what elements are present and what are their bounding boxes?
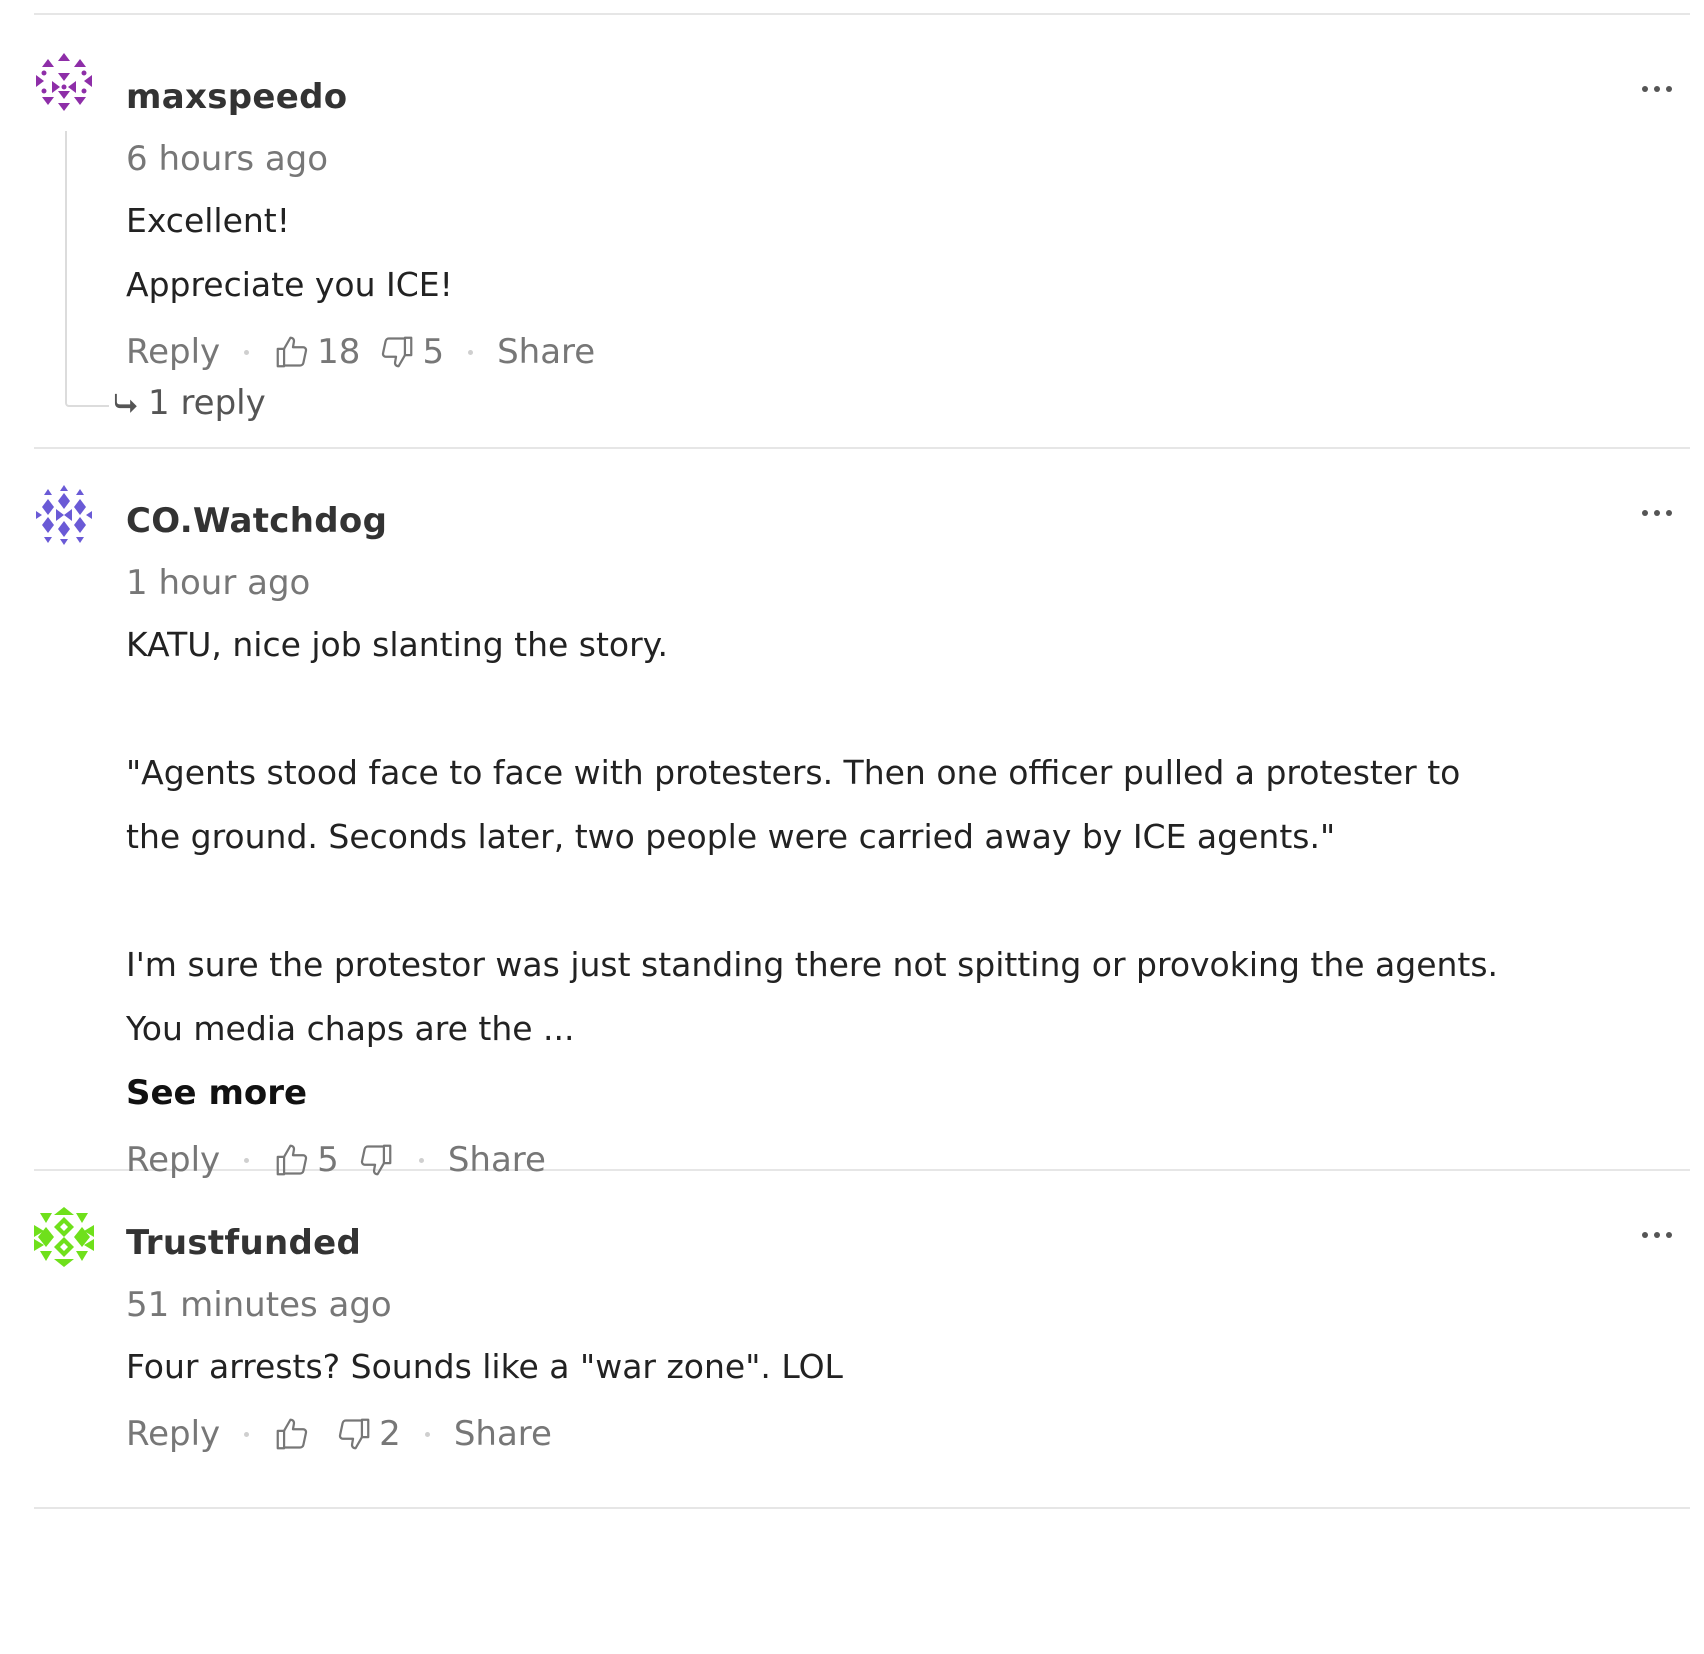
downvote-count: 2	[379, 1414, 401, 1454]
reply-arrow-icon	[114, 393, 137, 413]
comment-text-line: Four arrests? Sounds like a "war zone". …	[126, 1347, 843, 1386]
comment: Trustfunded 51 minutes ago Four arrests?…	[34, 1171, 1690, 1507]
more-dots-icon	[1642, 1232, 1648, 1238]
comment-text-line: KATU, nice job slanting the story.	[126, 625, 668, 664]
avatar-pattern	[36, 485, 92, 545]
separator-dot	[468, 349, 474, 355]
comment-body: Excellent! Appreciate you ICE!	[126, 189, 1690, 317]
comment-text-line: "Agents stood face to face with proteste…	[126, 753, 1461, 792]
avatar-pattern	[34, 1207, 94, 1267]
comment-blank-line	[126, 869, 1690, 933]
author-name[interactable]: maxspeedo	[126, 15, 1690, 117]
upvote-button[interactable]: 18	[273, 332, 378, 372]
comment-text-line: Appreciate you ICE!	[126, 265, 453, 304]
comment-blank-line	[126, 677, 1690, 741]
more-options-button[interactable]	[1642, 507, 1672, 519]
downvote-count: 5	[422, 332, 445, 372]
thumbs-up-icon	[276, 336, 308, 368]
view-replies-link[interactable]: 1 reply	[114, 383, 266, 423]
comment-timestamp: 51 minutes ago	[126, 1285, 392, 1325]
more-options-button[interactable]	[1642, 83, 1672, 95]
comment: maxspeedo 6 hours ago Excellent! Appreci…	[34, 15, 1690, 447]
comment-body: Four arrests? Sounds like a "war zone". …	[126, 1335, 1690, 1399]
more-options-button[interactable]	[1642, 1229, 1672, 1241]
share-button[interactable]: Share	[497, 332, 595, 372]
comment-text-line: I'm sure the protestor was just standing…	[126, 945, 1499, 984]
comment-timestamp: 6 hours ago	[126, 139, 329, 179]
comment-text-line: Excellent!	[126, 201, 290, 240]
comment-text-line: You media chaps are the ...	[126, 1009, 575, 1048]
avatar[interactable]	[34, 485, 94, 545]
comment-actions: Reply 18 5 Share	[126, 317, 1690, 387]
reply-button[interactable]: Reply	[126, 1414, 220, 1454]
downvote-button[interactable]: 2	[335, 1414, 419, 1454]
separator-dot	[244, 1157, 250, 1163]
replies-count-label: 1 reply	[148, 383, 266, 423]
separator-dot	[418, 1157, 424, 1163]
comments-list: maxspeedo 6 hours ago Excellent! Appreci…	[34, 0, 1690, 1509]
thumbs-up-icon	[276, 1418, 308, 1450]
comment-actions: Reply 2 Share	[126, 1399, 1690, 1469]
downvote-button[interactable]: 5	[378, 332, 462, 372]
replies-row: 1 reply	[114, 383, 1690, 423]
upvote-button[interactable]	[273, 1415, 335, 1453]
comment-text-line: the ground. Seconds later, two people we…	[126, 817, 1336, 856]
separator-dot	[244, 349, 250, 355]
avatar-pattern	[36, 53, 92, 111]
thread-line	[65, 131, 109, 407]
avatar[interactable]	[34, 1207, 94, 1267]
more-dots-icon	[1642, 86, 1648, 92]
thumbs-down-icon	[339, 1418, 370, 1450]
reply-button[interactable]: Reply	[126, 332, 220, 372]
avatar[interactable]	[34, 51, 94, 111]
author-name[interactable]: CO.Watchdog	[126, 449, 1690, 541]
share-button[interactable]: Share	[454, 1414, 552, 1454]
comment-timestamp: 1 hour ago	[126, 563, 311, 603]
comment-body: KATU, nice job slanting the story. "Agen…	[126, 613, 1690, 1061]
see-more-button[interactable]: See more	[126, 1061, 1690, 1125]
author-name[interactable]: Trustfunded	[126, 1171, 1690, 1263]
comment: CO.Watchdog 1 hour ago KATU, nice job sl…	[34, 449, 1690, 1180]
thumbs-down-icon	[382, 336, 413, 368]
separator-dot	[244, 1431, 250, 1437]
upvote-count: 18	[317, 332, 361, 372]
separator-dot	[424, 1431, 430, 1437]
more-dots-icon	[1642, 510, 1648, 516]
divider	[34, 1507, 1690, 1509]
